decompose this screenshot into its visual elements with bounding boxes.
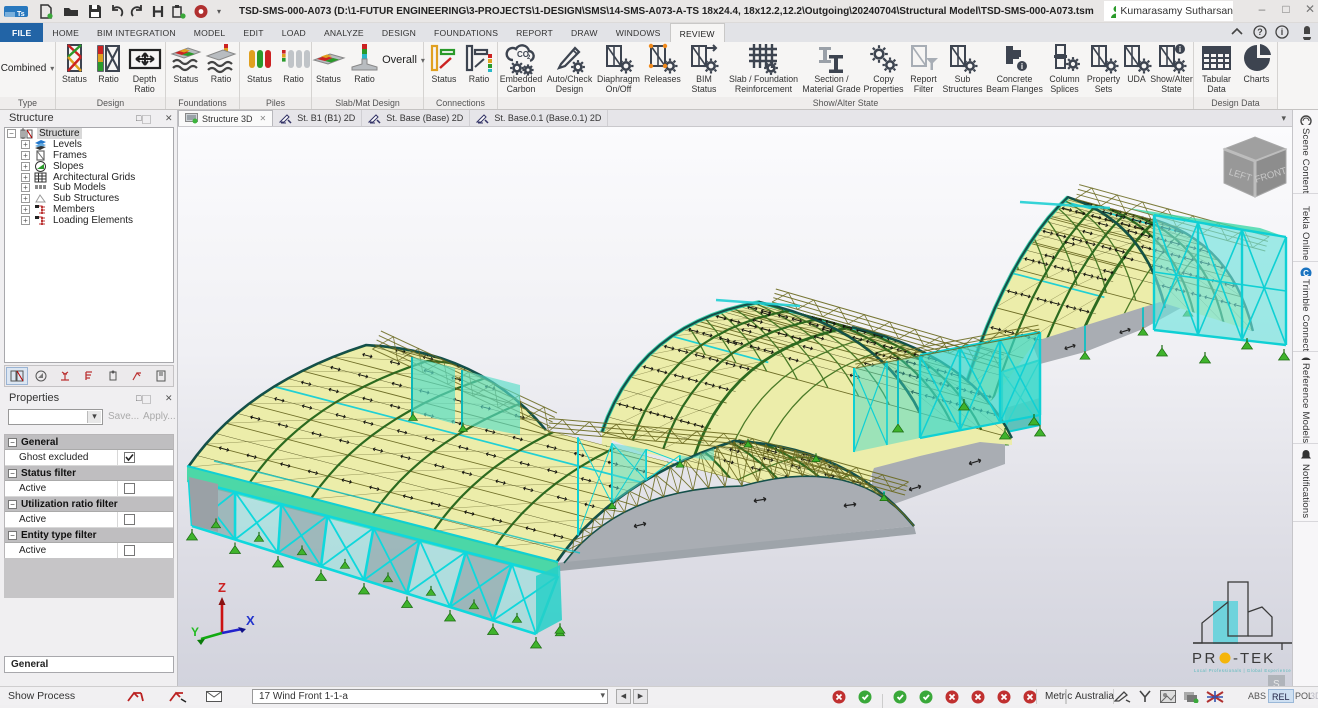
- svg-text:-TEK: -TEK: [1233, 650, 1275, 667]
- svg-text:Z: Z: [218, 580, 226, 595]
- svg-text:PR: PR: [1192, 650, 1218, 667]
- svg-text:X: X: [246, 613, 255, 628]
- svg-text:i: i: [1281, 27, 1284, 37]
- svg-text:C: C: [1303, 269, 1309, 276]
- svg-text:Y: Y: [191, 625, 199, 639]
- svg-text:i: i: [1178, 45, 1180, 54]
- svg-text:?: ?: [1257, 27, 1263, 37]
- svg-text:Local Professionals | Global E: Local Professionals | Global Experience: [1194, 668, 1291, 673]
- svg-text:i: i: [1020, 62, 1022, 71]
- svg-text:Ts: Ts: [17, 11, 25, 18]
- svg-text:S: S: [1273, 679, 1280, 686]
